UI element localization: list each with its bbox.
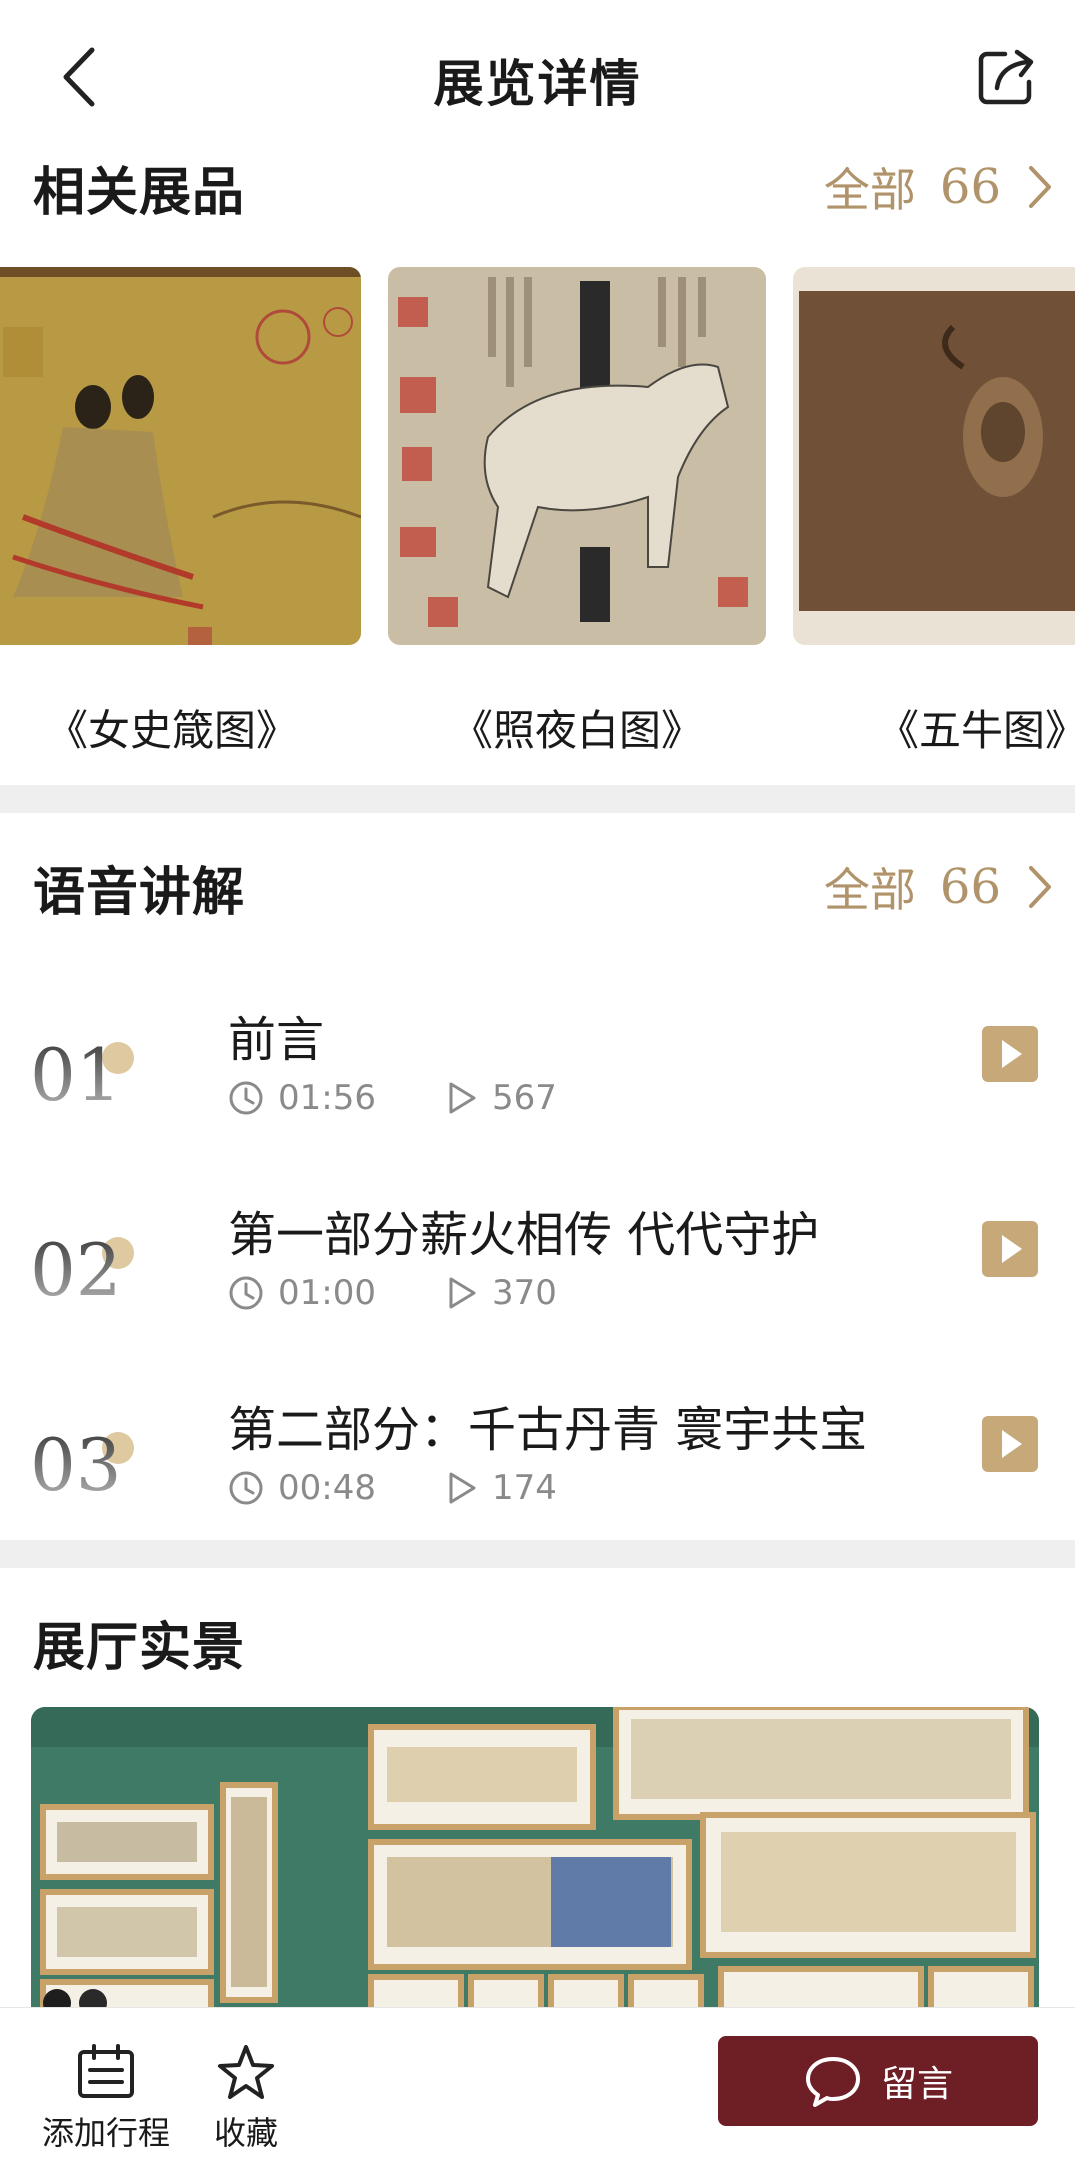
play-count-icon bbox=[449, 1277, 476, 1309]
see-all-count: 66 bbox=[939, 859, 1001, 915]
audio-track-item[interactable]: 02 第一部分薪火相传 代代守护 01:00 370 bbox=[0, 1195, 1075, 1345]
track-play-count: 567 bbox=[491, 1078, 557, 1118]
section-divider bbox=[0, 785, 1075, 813]
exhibit-card[interactable]: 《照夜白图》 bbox=[388, 267, 766, 755]
related-exhibits-title: 相关展品 bbox=[33, 162, 246, 223]
chevron-right-icon bbox=[1029, 866, 1051, 908]
track-title: 前言 bbox=[228, 1012, 325, 1068]
related-see-all-link[interactable]: 全部 66 bbox=[824, 154, 1055, 220]
track-duration: 01:56 bbox=[278, 1078, 376, 1118]
add-schedule-label: 添加行程 bbox=[42, 2114, 171, 2152]
track-meta: 01:00 370 bbox=[228, 1273, 557, 1313]
track-duration: 01:00 bbox=[278, 1273, 376, 1313]
track-number-graphic: 03 bbox=[30, 1428, 134, 1498]
exhibit-name: 《照夜白图》 bbox=[450, 706, 703, 755]
header: 展览详情 bbox=[0, 0, 1075, 150]
track-play-count: 370 bbox=[491, 1273, 557, 1313]
track-title: 第二部分：千古丹青 寰宇共宝 bbox=[228, 1402, 868, 1458]
page-title: 展览详情 bbox=[433, 54, 642, 113]
favorite-label: 收藏 bbox=[214, 2114, 279, 2152]
chat-bubble-icon bbox=[805, 2057, 860, 2107]
play-count-icon bbox=[449, 1082, 476, 1114]
favorite-button[interactable]: 收藏 bbox=[214, 2044, 278, 2154]
play-count-icon bbox=[449, 1472, 476, 1504]
exhibit-card[interactable]: 《五牛图》 bbox=[793, 267, 1075, 755]
exhibit-thumbnail-painting bbox=[793, 267, 1075, 645]
clock-icon bbox=[229, 1276, 263, 1310]
comment-label: 留言 bbox=[880, 2064, 953, 2105]
exhibit-thumbnail-painting bbox=[388, 267, 766, 645]
track-number-graphic: 02 bbox=[30, 1233, 134, 1303]
exhibit-carousel[interactable]: 《女史箴图》 《照夜白图》 《五牛图》 bbox=[0, 267, 1075, 777]
play-icon bbox=[1002, 1430, 1022, 1458]
play-icon bbox=[1002, 1235, 1022, 1263]
track-meta: 01:56 567 bbox=[228, 1078, 557, 1118]
track-play-count: 174 bbox=[491, 1468, 557, 1508]
clock-icon bbox=[229, 1081, 263, 1115]
play-button[interactable] bbox=[982, 1026, 1038, 1082]
exhibition-hall-photo[interactable] bbox=[31, 1707, 1039, 2007]
exhibit-card[interactable]: 《女史箴图》 bbox=[0, 267, 361, 755]
add-schedule-button[interactable]: 添加行程 bbox=[42, 2044, 170, 2154]
track-number: 03 bbox=[30, 1428, 122, 1498]
chevron-right-icon bbox=[1029, 166, 1051, 208]
comment-button[interactable]: 留言 bbox=[718, 2036, 1038, 2126]
hall-scene-title: 展厅实景 bbox=[33, 1617, 246, 1678]
star-icon bbox=[218, 2045, 274, 2099]
track-title: 第一部分薪火相传 代代守护 bbox=[228, 1207, 820, 1263]
see-all-label: 全部 bbox=[823, 863, 916, 917]
exhibit-name: 《女史箴图》 bbox=[45, 706, 298, 755]
track-duration: 00:48 bbox=[278, 1468, 376, 1508]
track-number: 02 bbox=[30, 1233, 122, 1303]
clock-icon bbox=[229, 1471, 263, 1505]
exhibit-name: 《五牛图》 bbox=[876, 706, 1075, 755]
audio-guide-title: 语音讲解 bbox=[33, 862, 246, 923]
bottom-action-bar: 添加行程 收藏 留言 bbox=[0, 2007, 1075, 2177]
share-icon[interactable] bbox=[975, 46, 1037, 108]
audio-see-all-link[interactable]: 全部 66 bbox=[824, 854, 1055, 920]
audio-track-item[interactable]: 03 第二部分：千古丹青 寰宇共宝 00:48 174 bbox=[0, 1390, 1075, 1540]
exhibit-thumbnail-painting bbox=[0, 267, 361, 645]
play-button[interactable] bbox=[982, 1416, 1038, 1472]
calendar-icon bbox=[78, 2044, 134, 2098]
play-icon bbox=[1002, 1040, 1022, 1068]
track-number: 01 bbox=[30, 1038, 122, 1108]
see-all-label: 全部 bbox=[823, 163, 916, 217]
track-number-graphic: 01 bbox=[30, 1038, 134, 1108]
track-meta: 00:48 174 bbox=[228, 1468, 557, 1508]
section-divider bbox=[0, 1540, 1075, 1568]
see-all-count: 66 bbox=[939, 159, 1001, 215]
play-button[interactable] bbox=[982, 1221, 1038, 1277]
audio-track-item[interactable]: 01 前言 01:56 567 bbox=[0, 1000, 1075, 1150]
